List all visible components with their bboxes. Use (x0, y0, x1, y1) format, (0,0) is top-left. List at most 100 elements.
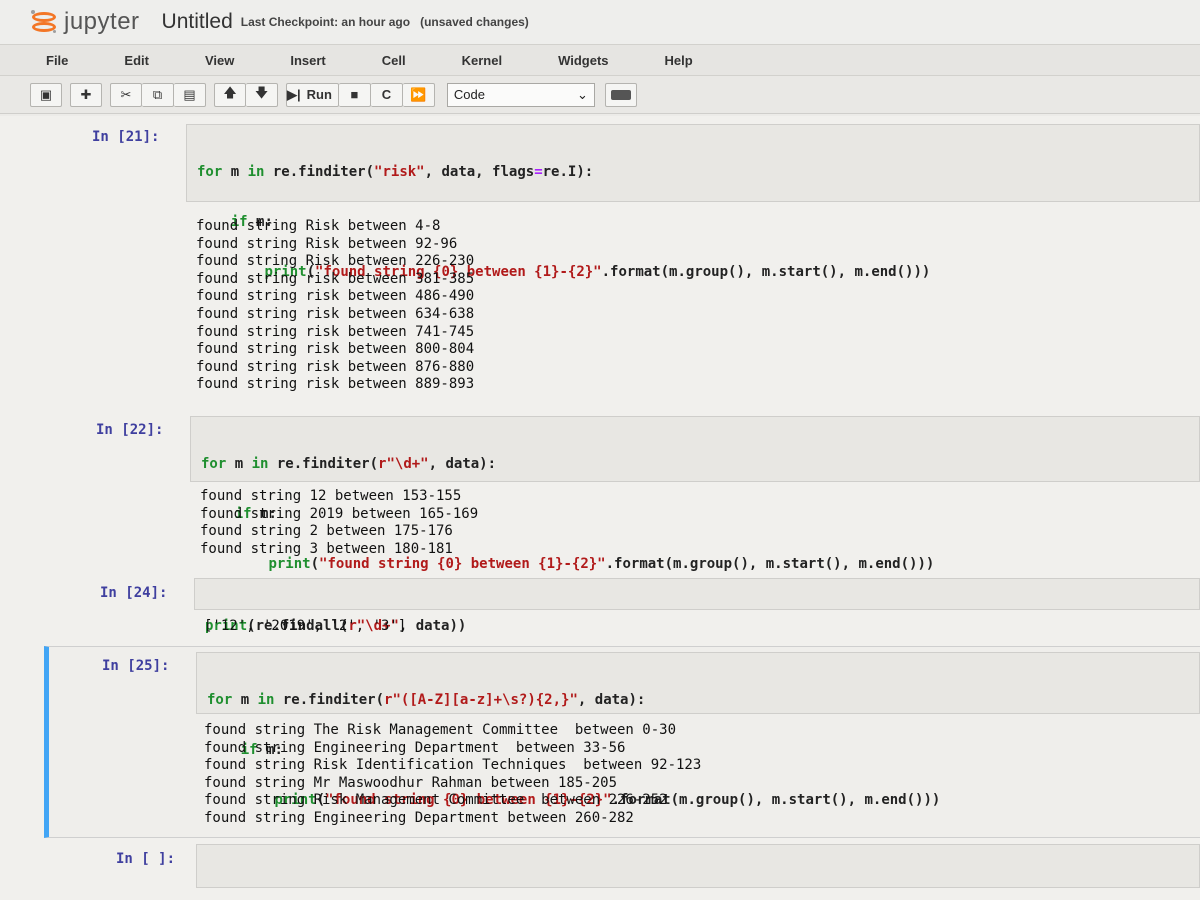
arrow-up-icon: 🡅 (223, 84, 237, 100)
output-line: found string risk between 889-893 (196, 376, 475, 393)
plus-icon: ✚ (80, 86, 92, 102)
paste-icon: ▤ (183, 86, 196, 102)
copy-button[interactable]: ⧉ (142, 82, 174, 107)
menu-edit[interactable]: Edit (124, 53, 149, 68)
chevron-down-icon: ⌄ (577, 86, 588, 102)
code-token: "found string {0} between {1}-{2}" (319, 556, 606, 572)
code-token: r"([A-Z][a-z]+\s?){2,}" (384, 692, 578, 708)
code-token: print (268, 556, 311, 572)
code-line: for m in re.finditer("risk", data, flags… (197, 163, 1189, 181)
cell-type-select[interactable]: Code ⌄ (446, 82, 595, 107)
scissors-icon: ✂ (120, 86, 132, 102)
output-line: found string Engineering Department betw… (204, 739, 626, 756)
run-button[interactable]: ▶| Run (286, 82, 339, 107)
output-line: ['12', '2019', '2', '3'] (204, 618, 407, 634)
menu-widgets[interactable]: Widgets (558, 53, 608, 68)
code-token: m (240, 692, 258, 708)
code-token: m (234, 456, 252, 472)
input-prompt: In [21]: (92, 129, 160, 145)
header: jupyter Untitled Last Checkpoint: an hou… (0, 0, 1200, 44)
toolbar: ▣ ✚ ✂ ⧉ ▤ 🡅 🡇 ▶| Run ■ C ⏩ Code ⌄ (0, 76, 1200, 114)
code-token: in (257, 692, 283, 708)
cut-button[interactable]: ✂ (110, 82, 142, 107)
input-prompt: In [25]: (102, 658, 170, 674)
menu-help[interactable]: Help (665, 53, 693, 68)
keyboard-icon (610, 89, 631, 100)
code-token: re.I): (542, 164, 594, 180)
output-line: found string risk between 741-745 (196, 323, 475, 340)
paste-button[interactable]: ▤ (174, 82, 206, 107)
output-line: found string Engineering Department betw… (204, 809, 634, 826)
cell-output: found string Risk between 4-8 found strin… (196, 218, 474, 394)
code-token: , data): (428, 456, 497, 472)
output-line: found string Risk Identification Techniq… (204, 757, 702, 774)
logo-text: jupyter (64, 8, 140, 35)
run-label: Run (306, 87, 332, 102)
input-prompt: In [22]: (96, 422, 164, 438)
code-token: in (251, 456, 277, 472)
restart-run-all-button[interactable]: ⏩ (402, 82, 435, 107)
output-line: found string risk between 634-638 (196, 305, 475, 322)
arrow-down-icon: 🡇 (254, 84, 269, 100)
menubar: File Edit View Insert Cell Kernel Widget… (0, 44, 1200, 76)
menu-view[interactable]: View (205, 53, 234, 68)
code-input[interactable]: print(re.findall(r"\d+", data)) (194, 578, 1200, 634)
save-button[interactable]: ▣ (30, 82, 62, 107)
cell-output: found string The Risk Management Committ… (204, 722, 701, 828)
output-line: found string 2 between 175-176 (200, 523, 453, 540)
code-token: re.finditer( (276, 456, 379, 472)
output-line: found string risk between 381-385 (196, 270, 475, 287)
insert-cell-button[interactable]: ✚ (70, 82, 102, 107)
checkpoint-status: Last Checkpoint: an hour ago (240, 15, 411, 29)
move-down-button[interactable]: 🡇 (246, 82, 278, 107)
menu-cell[interactable]: Cell (382, 53, 406, 68)
output-line: found string Mr Maswoodhur Rahman betwee… (204, 774, 618, 791)
code-token: ( (310, 556, 320, 572)
code-token: for (197, 164, 231, 180)
output-line: found string Risk Management Committee b… (204, 792, 668, 809)
empty-code-input[interactable] (196, 844, 1200, 888)
cell-output: found string 12 between 153-155 found str… (200, 488, 478, 558)
code-token: , data)) (398, 618, 467, 634)
output-line: found string 12 between 153-155 (200, 488, 462, 504)
command-palette-button[interactable] (604, 82, 637, 107)
code-token: , data, flags (424, 164, 535, 180)
code-token: , data): (577, 692, 646, 708)
restart-button[interactable]: C (370, 82, 403, 107)
menu-kernel[interactable]: Kernel (462, 53, 502, 68)
move-up-button[interactable]: 🡅 (214, 82, 246, 107)
input-prompt: In [24]: (100, 585, 168, 601)
output-line: found string Risk between 226-230 (196, 253, 475, 270)
jupyter-logo[interactable]: jupyter (30, 8, 140, 36)
code-token: m (230, 164, 248, 180)
interrupt-button[interactable]: ■ (338, 82, 371, 107)
notebook-title[interactable]: Untitled (162, 10, 233, 34)
code-input[interactable]: for m in re.finditer(r"([A-Z][a-z]+\s?){… (196, 652, 1200, 808)
menu-file[interactable]: File (46, 53, 68, 68)
restart-icon: C (381, 87, 392, 102)
input-prompt: In [ ]: (116, 851, 176, 867)
code-token: for (207, 692, 241, 708)
save-icon: ▣ (39, 86, 53, 102)
copy-icon: ⧉ (152, 86, 163, 102)
jupyter-logo-icon (30, 10, 58, 34)
code-token: r"\d+" (378, 456, 429, 472)
code-input[interactable]: for m in re.finditer(r"\d+", data): if m… (190, 416, 1200, 572)
stop-icon: ■ (350, 87, 359, 102)
code-line: for m in re.finditer(r"([A-Z][a-z]+\s?){… (207, 691, 1189, 709)
code-token: = (534, 164, 543, 180)
output-line: found string 2019 between 165-169 (200, 505, 479, 522)
menu-insert[interactable]: Insert (290, 53, 325, 68)
code-line: for m in re.finditer(r"\d+", data): (201, 455, 1189, 473)
notebook-container[interactable]: In [21]: for m in re.finditer("risk", da… (0, 116, 1200, 900)
output-line: found string The Risk Management Committ… (204, 722, 677, 738)
code-token: re.finditer( (282, 692, 385, 708)
output-line: found string Risk between 4-8 (196, 218, 441, 234)
cell-type-value: Code (453, 87, 485, 102)
output-line: found string 3 between 180-181 (200, 540, 453, 557)
output-line: found string risk between 486-490 (196, 288, 475, 305)
step-forward-icon: ▶| (287, 86, 301, 102)
code-input[interactable]: for m in re.finditer("risk", data, flags… (186, 124, 1200, 280)
unsaved-indicator: (unsaved changes) (420, 15, 529, 29)
